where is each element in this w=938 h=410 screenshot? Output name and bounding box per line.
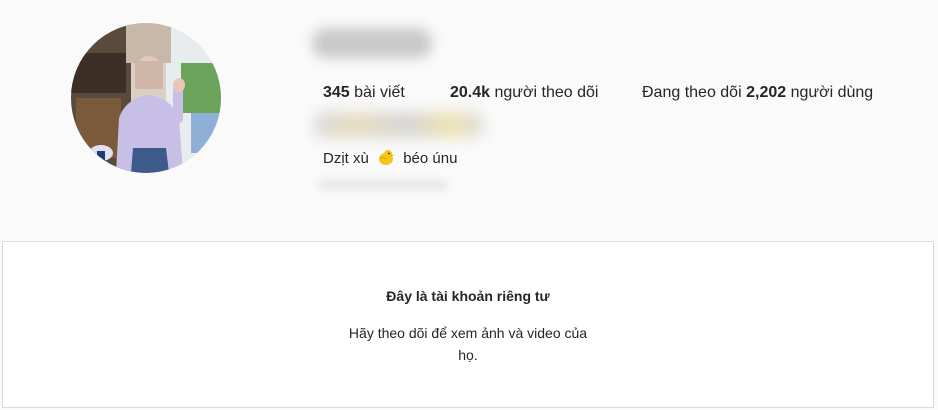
followers-count: 20.4k — [450, 84, 491, 101]
fullname-blurred — [314, 112, 484, 138]
private-account-notice: Đây là tài khoản riêng tư Hãy theo dõi đ… — [2, 241, 934, 408]
bio-text-before: Dzịt xù — [323, 150, 369, 167]
profile-bio: Dzịt xù béo únu — [323, 148, 457, 169]
posts-label: bài viết — [354, 84, 405, 101]
followers-label: người theo dõi — [494, 84, 599, 101]
private-account-description: Hãy theo dõi để xem ảnh và video của họ. — [348, 325, 588, 363]
profile-avatar[interactable] — [71, 23, 221, 173]
posts-stat: 345 bài viết — [323, 83, 405, 103]
followers-stat[interactable]: 20.4k người theo dõi — [450, 83, 598, 103]
avatar-photo — [71, 23, 221, 173]
following-count: 2,202 — [746, 84, 787, 101]
following-label: người dùng — [790, 84, 874, 101]
duck-emoji-icon — [379, 150, 395, 165]
private-account-title: Đây là tài khoản riêng tư — [386, 288, 550, 304]
bio-link-blurred — [318, 180, 448, 190]
username-blurred — [312, 28, 432, 58]
following-stat[interactable]: Đang theo dõi 2,202 người dùng — [642, 83, 873, 103]
profile-header: 345 bài viết 20.4k người theo dõi Đang t… — [0, 0, 938, 242]
bio-text-after: béo únu — [403, 150, 458, 167]
following-prefix: Đang theo dõi — [642, 84, 742, 101]
posts-count: 345 — [323, 84, 350, 101]
